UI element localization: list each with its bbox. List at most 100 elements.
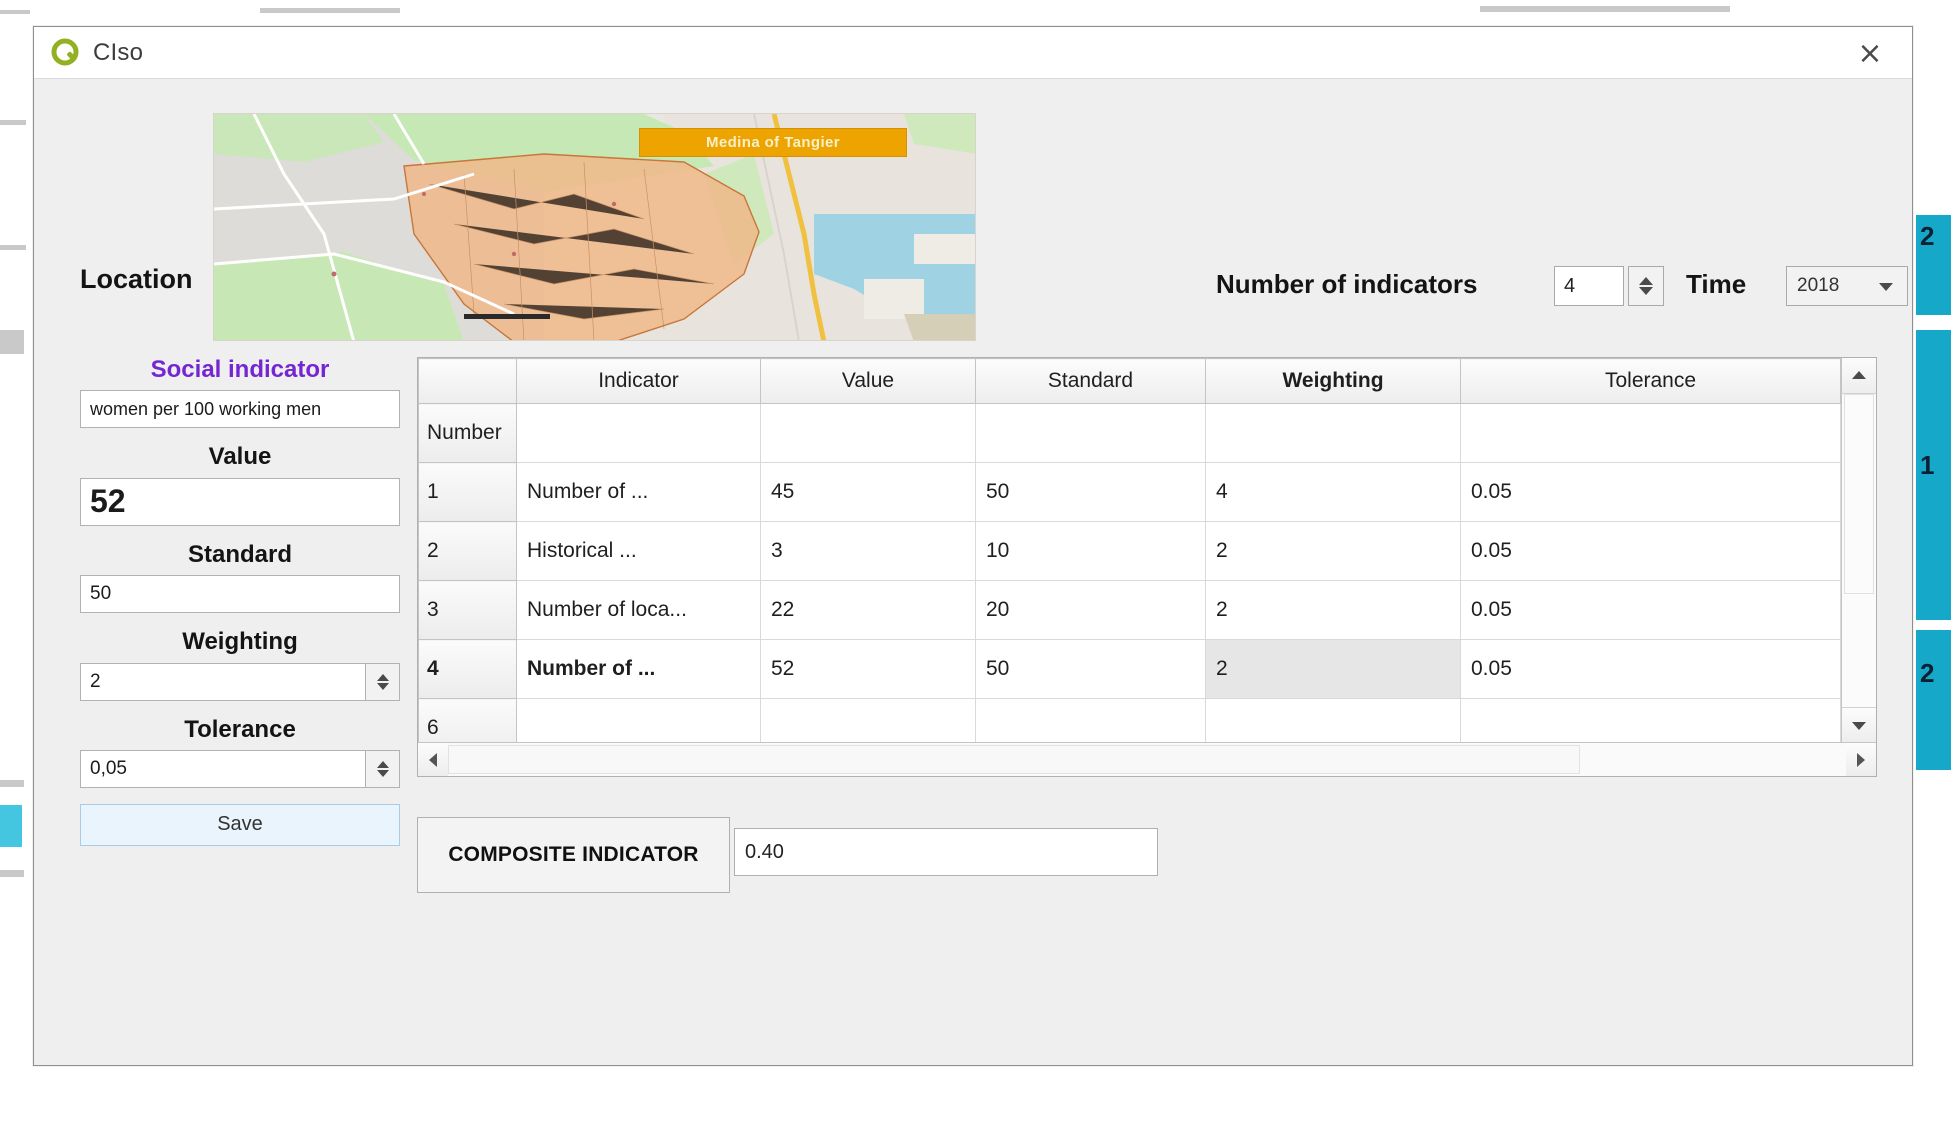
dialog-titlebar: CIso × — [34, 27, 1912, 79]
standard-input[interactable]: 50 — [80, 575, 400, 613]
table-cell-indicator[interactable]: Historical ... — [517, 522, 761, 581]
close-icon[interactable]: × — [1842, 35, 1898, 73]
table-body: Number1Number of ...455040.052Historical… — [419, 404, 1841, 743]
table-column-header-number[interactable] — [419, 359, 517, 404]
number-of-indicators-stepper[interactable] — [1628, 266, 1664, 306]
scroll-right-icon[interactable] — [1846, 743, 1876, 776]
tolerance-field: 0,05 — [80, 750, 400, 788]
tolerance-input[interactable]: 0,05 — [80, 750, 400, 788]
table-cell-value[interactable]: 45 — [761, 463, 976, 522]
table-column-header-tolerance[interactable]: Tolerance — [1461, 359, 1841, 404]
tolerance-stepper[interactable] — [365, 751, 399, 787]
table-cell-standard[interactable]: 10 — [976, 522, 1206, 581]
table-cell-standard[interactable] — [976, 699, 1206, 743]
scan-artifact — [0, 780, 24, 787]
composite-indicator-value[interactable]: 0.40 — [734, 828, 1158, 876]
stepper-up-icon[interactable] — [1639, 277, 1653, 285]
scan-artifact — [0, 10, 30, 14]
table-cell-number[interactable]: 3 — [419, 581, 517, 640]
table-cell-standard[interactable]: 50 — [976, 640, 1206, 699]
table-horizontal-scrollbar[interactable] — [418, 742, 1876, 776]
table-cell-indicator[interactable]: Number of ... — [517, 463, 761, 522]
stepper-up-icon[interactable] — [377, 761, 389, 768]
scan-artifact — [260, 8, 400, 13]
table-cell-value[interactable]: 3 — [761, 522, 976, 581]
table-cell-weighting[interactable]: 2 — [1206, 581, 1461, 640]
weighting-label: Weighting — [80, 629, 400, 655]
table-cell-tolerance[interactable]: 0.05 — [1461, 522, 1841, 581]
table-row[interactable]: 3Number of loca...222020.05 — [419, 581, 1841, 640]
table-cell-weighting[interactable]: 4 — [1206, 463, 1461, 522]
table-cell-number[interactable]: 4 — [419, 640, 517, 699]
social-indicator-input[interactable]: women per 100 working men — [80, 390, 400, 428]
scroll-left-icon[interactable] — [418, 743, 448, 776]
table-cell-number[interactable]: 2 — [419, 522, 517, 581]
table-cell-number[interactable]: 6 — [419, 699, 517, 743]
stepper-down-icon[interactable] — [377, 683, 389, 690]
scroll-up-icon[interactable] — [1842, 358, 1876, 394]
table-cell-indicator[interactable] — [517, 404, 761, 463]
stepper-down-icon[interactable] — [377, 770, 389, 777]
table-cell-weighting[interactable] — [1206, 699, 1461, 743]
background-page-strip: 2 — [1916, 215, 1951, 315]
scan-artifact — [0, 245, 26, 250]
table-vertical-scrollbar[interactable] — [1841, 358, 1876, 743]
horizontal-scroll-thumb[interactable] — [448, 745, 1580, 774]
scan-artifact — [1480, 6, 1730, 12]
background-page-strip: 1 — [1916, 330, 1951, 620]
table-cell-weighting[interactable]: 2 — [1206, 640, 1461, 699]
weighting-input[interactable]: 2 — [80, 663, 400, 701]
table-cell-tolerance[interactable]: 0.05 — [1461, 463, 1841, 522]
table-row[interactable]: 2Historical ...31020.05 — [419, 522, 1841, 581]
table-cell-indicator[interactable]: Number of loca... — [517, 581, 761, 640]
scroll-down-icon[interactable] — [1842, 707, 1876, 743]
stepper-down-icon[interactable] — [1639, 287, 1653, 295]
chevron-down-icon[interactable] — [1879, 283, 1893, 291]
ciso-dialog-window: CIso × Location — [33, 26, 1913, 1066]
table-cell-tolerance[interactable]: 0.05 — [1461, 640, 1841, 699]
vertical-scroll-thumb[interactable] — [1844, 394, 1874, 594]
save-button[interactable]: Save — [80, 804, 400, 846]
social-indicator-label: Social indicator — [80, 357, 400, 383]
map-scalebar — [464, 314, 550, 319]
scan-artifact — [0, 805, 22, 847]
number-of-indicators-input[interactable]: 4 — [1554, 266, 1624, 306]
table-cell-number[interactable]: 1 — [419, 463, 517, 522]
table-column-header-value[interactable]: Value — [761, 359, 976, 404]
table-row[interactable]: 4Number of ...525020.05 — [419, 640, 1841, 699]
table-cell-number[interactable]: Number — [419, 404, 517, 463]
table-row[interactable]: 1Number of ...455040.05 — [419, 463, 1841, 522]
horizontal-scroll-track[interactable] — [448, 743, 1846, 776]
background-text: 2 — [1920, 221, 1934, 252]
table-cell-weighting[interactable] — [1206, 404, 1461, 463]
stepper-up-icon[interactable] — [377, 674, 389, 681]
table-cell-standard[interactable]: 50 — [976, 463, 1206, 522]
background-text: 1 — [1920, 450, 1934, 481]
table-cell-indicator[interactable]: Number of ... — [517, 640, 761, 699]
table-cell-weighting[interactable]: 2 — [1206, 522, 1461, 581]
value-input[interactable]: 52 — [80, 478, 400, 526]
table-column-header-standard[interactable]: Standard — [976, 359, 1206, 404]
table-row[interactable]: 6 — [419, 699, 1841, 743]
table-cell-value[interactable]: 52 — [761, 640, 976, 699]
location-map[interactable]: Medina of Tangier — [213, 113, 976, 341]
indicators-table-container: IndicatorValueStandardWeightingTolerance… — [417, 357, 1877, 777]
table-cell-indicator[interactable] — [517, 699, 761, 743]
time-select[interactable]: 2018 — [1786, 266, 1908, 306]
vertical-scroll-track[interactable] — [1842, 394, 1876, 707]
table-cell-tolerance[interactable] — [1461, 404, 1841, 463]
table-cell-tolerance[interactable]: 0.05 — [1461, 581, 1841, 640]
table-cell-tolerance[interactable] — [1461, 699, 1841, 743]
table-cell-value[interactable] — [761, 699, 976, 743]
table-row[interactable]: Number — [419, 404, 1841, 463]
weighting-stepper[interactable] — [365, 664, 399, 700]
composite-indicator-button[interactable]: COMPOSITE INDICATOR — [417, 817, 730, 893]
table-column-header-weighting[interactable]: Weighting — [1206, 359, 1461, 404]
table-cell-value[interactable]: 22 — [761, 581, 976, 640]
scan-artifact — [0, 120, 26, 125]
window-title: CIso — [93, 39, 143, 67]
table-cell-value[interactable] — [761, 404, 976, 463]
table-cell-standard[interactable] — [976, 404, 1206, 463]
table-cell-standard[interactable]: 20 — [976, 581, 1206, 640]
table-column-header-indicator[interactable]: Indicator — [517, 359, 761, 404]
